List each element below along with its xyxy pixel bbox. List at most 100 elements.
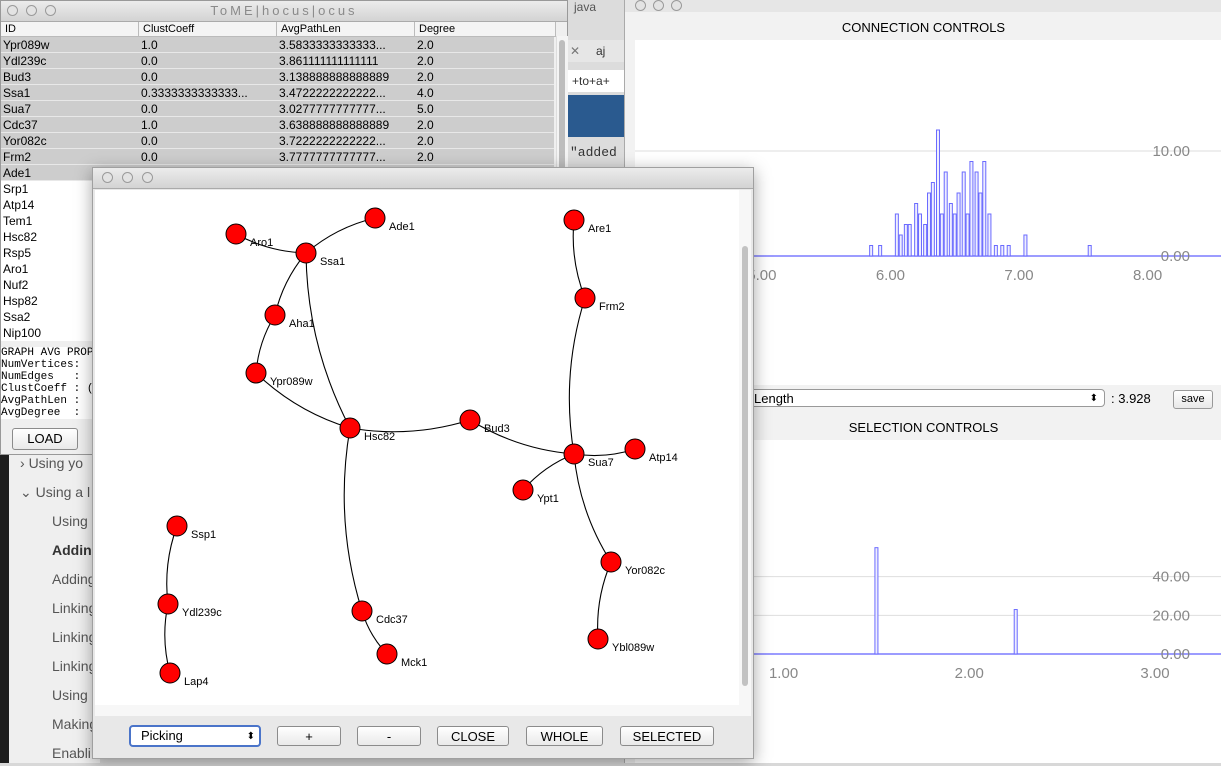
table-row[interactable]: Ydl239c 0.0 3.861111111111111 2.0 — [1, 53, 554, 69]
save-button[interactable]: save — [1173, 390, 1213, 409]
table-row[interactable]: Ypr089w 1.0 3.5833333333333... 2.0 — [1, 37, 554, 53]
graph-node[interactable] — [159, 662, 181, 684]
docs-item[interactable]: Linking — [52, 658, 96, 674]
histogram-bar[interactable] — [952, 213, 957, 257]
histogram-bar[interactable] — [939, 213, 944, 257]
histogram-bar[interactable] — [987, 213, 992, 257]
histogram-bar[interactable] — [894, 213, 899, 257]
graph-edge[interactable] — [305, 252, 351, 429]
docs-item-active[interactable]: Addin — [52, 542, 92, 558]
scroll-thumb[interactable] — [742, 246, 748, 686]
window-titlebar[interactable] — [625, 0, 1221, 12]
graph-edge[interactable] — [349, 419, 471, 433]
graph-node[interactable] — [157, 593, 179, 615]
close-button[interactable]: CLOSE — [437, 726, 509, 746]
table-row[interactable]: Yor082c 0.0 3.7222222222222... 2.0 — [1, 133, 554, 149]
histogram-bar[interactable] — [918, 213, 922, 257]
column-header-degree[interactable]: Degree — [415, 22, 556, 36]
close-tab-icon[interactable]: ✕ — [570, 44, 580, 58]
histogram-bar[interactable] — [923, 224, 928, 257]
histogram-bar[interactable] — [1087, 245, 1092, 257]
histogram-bar[interactable] — [943, 171, 948, 257]
graph-node[interactable] — [295, 242, 317, 264]
histogram-bar[interactable] — [969, 161, 974, 257]
graph-node[interactable] — [624, 438, 646, 460]
window-titlebar[interactable] — [93, 168, 753, 189]
graph-node[interactable] — [376, 643, 398, 665]
docs-item[interactable]: Using — [52, 687, 88, 703]
docs-item[interactable]: Enabli — [52, 745, 91, 761]
graph-node[interactable] — [364, 207, 386, 229]
histogram-bar[interactable] — [1013, 609, 1018, 655]
graph-node[interactable] — [563, 209, 585, 231]
histogram-bar[interactable] — [914, 203, 919, 257]
graph-canvas[interactable]: Ade1 Aro1 Ssa1 Aha1 Ypr089w Hsc82 Bud3 Are1 Frm2… — [95, 190, 739, 705]
histogram-bar[interactable] — [927, 192, 931, 257]
histogram-bar[interactable] — [1023, 234, 1028, 257]
graph-node[interactable] — [245, 362, 267, 384]
graph-node[interactable] — [459, 409, 481, 431]
graph-node[interactable] — [563, 443, 585, 465]
selected-button[interactable]: SELECTED — [620, 726, 714, 746]
graph-edge[interactable] — [305, 217, 376, 254]
zoom-window-icon[interactable] — [671, 0, 682, 11]
histogram-bar[interactable] — [1000, 245, 1005, 257]
graph-edge[interactable] — [572, 219, 586, 299]
docs-item[interactable]: Using — [52, 513, 88, 529]
graph-node[interactable] — [574, 287, 596, 309]
graph-edge[interactable] — [573, 453, 612, 563]
histogram-bar[interactable] — [993, 245, 998, 257]
zoom-out-button[interactable]: - — [357, 726, 421, 746]
histogram-bar[interactable] — [982, 161, 987, 257]
zoom-window-icon[interactable] — [142, 172, 153, 183]
minimize-window-icon[interactable] — [653, 0, 664, 11]
graph-node[interactable] — [587, 628, 609, 650]
graph-node[interactable] — [351, 600, 373, 622]
tab-java-label[interactable]: java — [574, 0, 596, 14]
column-header-clustcoeff[interactable]: ClustCoeff — [139, 22, 277, 36]
histogram-bar[interactable] — [878, 245, 883, 257]
load-button[interactable]: LOAD — [12, 428, 78, 450]
histogram-bar[interactable] — [898, 234, 903, 257]
histogram-bar[interactable] — [930, 182, 935, 257]
histogram-bar[interactable] — [869, 245, 874, 257]
histogram-bar[interactable] — [1006, 245, 1011, 257]
minimize-window-icon[interactable] — [122, 172, 133, 183]
graph-node[interactable] — [264, 304, 286, 326]
graph-node[interactable] — [512, 479, 534, 501]
table-row[interactable]: Ssa1 0.3333333333333... 3.4722222222222...… — [1, 85, 554, 101]
zoom-in-button[interactable]: + — [277, 726, 341, 746]
graph-node[interactable] — [225, 223, 247, 245]
graph-edge[interactable] — [568, 297, 586, 455]
tab-aj-label[interactable]: aj — [596, 44, 605, 58]
docs-item[interactable]: Linking — [52, 600, 96, 616]
histogram-bar[interactable] — [961, 171, 966, 257]
docs-item[interactable]: Adding — [52, 571, 96, 587]
histogram-bar[interactable] — [965, 213, 970, 257]
table-row[interactable]: Sua7 0.0 3.0277777777777... 5.0 — [1, 101, 554, 117]
url-fragment[interactable]: +to+a+ — [568, 70, 624, 92]
close-window-icon[interactable] — [635, 0, 646, 11]
histogram-bar[interactable] — [948, 203, 953, 257]
column-header-avgpathlen[interactable]: AvgPathLen — [277, 22, 415, 36]
graph-edge[interactable] — [166, 525, 178, 605]
table-row[interactable]: Cdc37 1.0 3.638888888888889 2.0 — [1, 117, 554, 133]
graph-edge[interactable] — [343, 427, 363, 612]
graph-node[interactable] — [600, 551, 622, 573]
docs-item[interactable]: Making — [52, 716, 97, 732]
table-row[interactable]: Bud3 0.0 3.138888888888889 2.0 — [1, 69, 554, 85]
network-graph[interactable]: Ade1 Aro1 Ssa1 Aha1 Ypr089w Hsc82 Bud3 Are1 Frm2… — [95, 190, 739, 705]
histogram-bar[interactable] — [936, 129, 940, 257]
histogram-bar[interactable] — [974, 171, 979, 257]
column-header-id[interactable]: ID — [1, 22, 139, 36]
horizontal-scrollbar[interactable] — [95, 705, 739, 716]
graph-node[interactable] — [339, 417, 361, 439]
mode-select[interactable]: Picking ⬍ — [129, 725, 261, 747]
whole-button[interactable]: WHOLE — [526, 726, 603, 746]
vertical-scrollbar[interactable] — [739, 190, 751, 716]
close-window-icon[interactable] — [102, 172, 113, 183]
graph-edge[interactable] — [597, 561, 612, 640]
docs-item[interactable]: ⌄ Using a l — [20, 484, 90, 501]
histogram-bar[interactable] — [978, 192, 983, 257]
docs-item[interactable]: › Using yo — [20, 455, 83, 471]
